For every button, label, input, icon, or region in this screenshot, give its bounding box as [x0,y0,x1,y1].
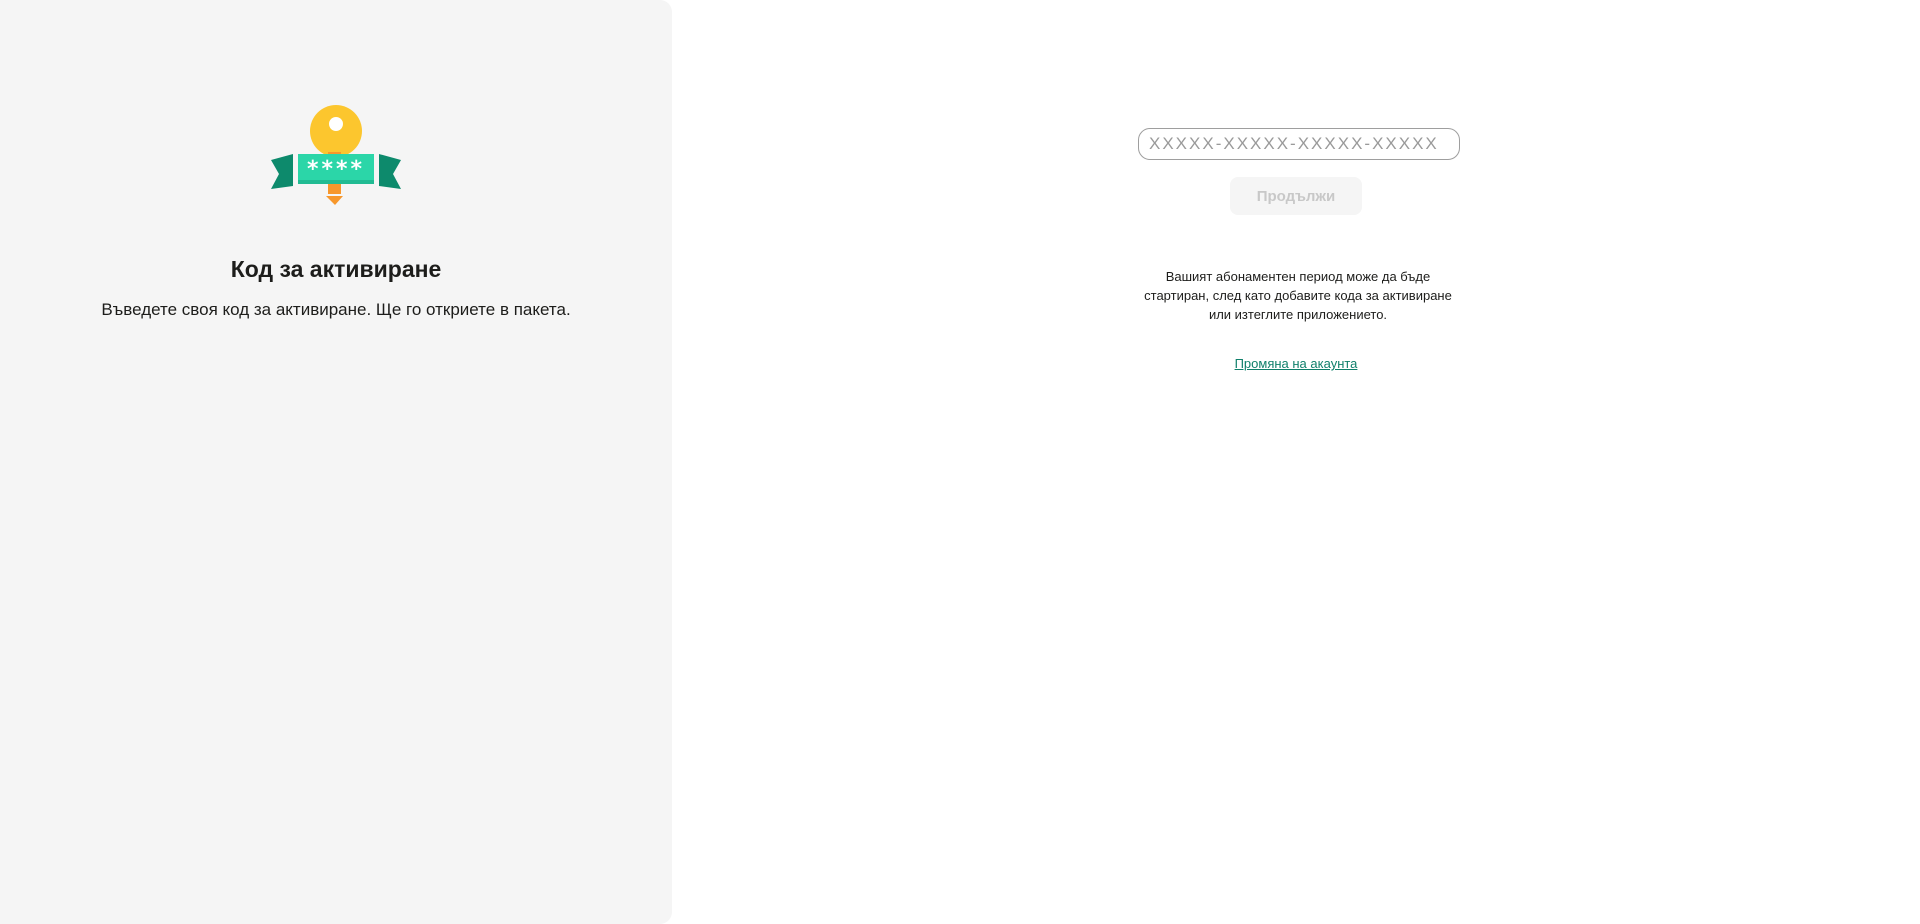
subscription-info-text: Вашият абонаментен период може да бъде с… [1144,269,1452,322]
change-account-link[interactable]: Промяна на акаунта [1196,356,1396,371]
activation-form-panel: Продължи Вашият абонаментен период може … [672,0,1920,924]
activation-code-input[interactable] [1138,128,1460,160]
activation-page: **** Код за активиране Въведете своя код… [0,0,1920,924]
page-title: Код за активиране [230,256,442,282]
masked-code-text: **** [307,157,365,182]
activation-key-icon: **** [271,104,401,212]
activation-info-panel: **** Код за активиране Въведете своя код… [0,0,672,924]
continue-button[interactable]: Продължи [1230,177,1362,215]
page-subtitle: Въведете своя код за активиране. Ще го о… [101,300,571,319]
